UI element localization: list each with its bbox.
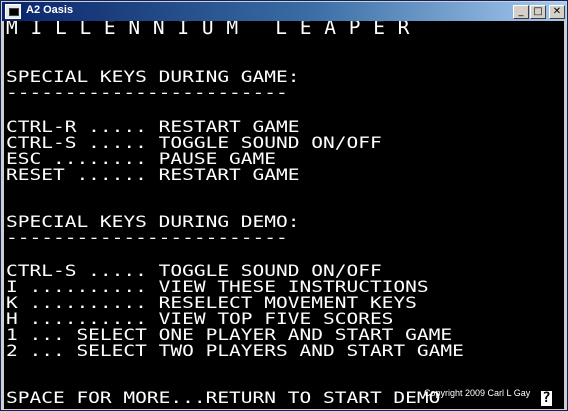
copyright-notice: Copyright 2009 Carl L Gay (424, 388, 531, 398)
emulator-window: A2 Oasis _ □ ✕ M I L L E N N I U M L E A… (0, 0, 568, 411)
game-keys-heading: SPECIAL KEYS DURING GAME: (6, 67, 300, 86)
minimize-button[interactable]: _ (513, 5, 529, 19)
demo-key-line: I .......... VIEW THESE INSTRUCTIONS (6, 277, 429, 296)
game-key-line: RESET ...... RESTART GAME (6, 165, 300, 184)
game-key-line: CTRL-R ..... RESTART GAME (6, 117, 300, 136)
demo-key-line: H .......... VIEW TOP FIVE SCORES (6, 309, 394, 328)
emulator-screen[interactable]: M I L L E N N I U M L E A P E R SPECIAL … (4, 21, 564, 409)
game-keys-underline: ------------------------ (6, 83, 288, 102)
footer-prompt: SPACE FOR MORE...RETURN TO START DEMO (6, 388, 441, 407)
window-title: A2 Oasis (26, 4, 74, 16)
demo-key-line: 1 ... SELECT ONE PLAYER AND START GAME (6, 325, 453, 344)
close-button[interactable]: ✕ (549, 5, 565, 19)
text-cursor: ? (541, 390, 552, 406)
demo-keys-underline: ------------------------ (6, 228, 288, 247)
demo-keys-heading: SPECIAL KEYS DURING DEMO: (6, 212, 300, 231)
game-key-line: CTRL-S ..... TOGGLE SOUND ON/OFF (6, 133, 382, 152)
maximize-button[interactable]: □ (530, 5, 546, 19)
apple-ii-monitor-icon[interactable] (5, 4, 21, 19)
demo-key-line: 2 ... SELECT TWO PLAYERS AND START GAME (6, 341, 464, 360)
game-key-line: ESC ........ PAUSE GAME (6, 149, 277, 168)
demo-key-line: CTRL-S ..... TOGGLE SOUND ON/OFF (6, 261, 382, 280)
title-bar[interactable]: A2 Oasis _ □ ✕ (2, 2, 566, 21)
demo-key-line: K .......... RESELECT MOVEMENT KEYS (6, 293, 417, 312)
game-title-header: M I L L E N N I U M L E A P E R (6, 21, 410, 39)
